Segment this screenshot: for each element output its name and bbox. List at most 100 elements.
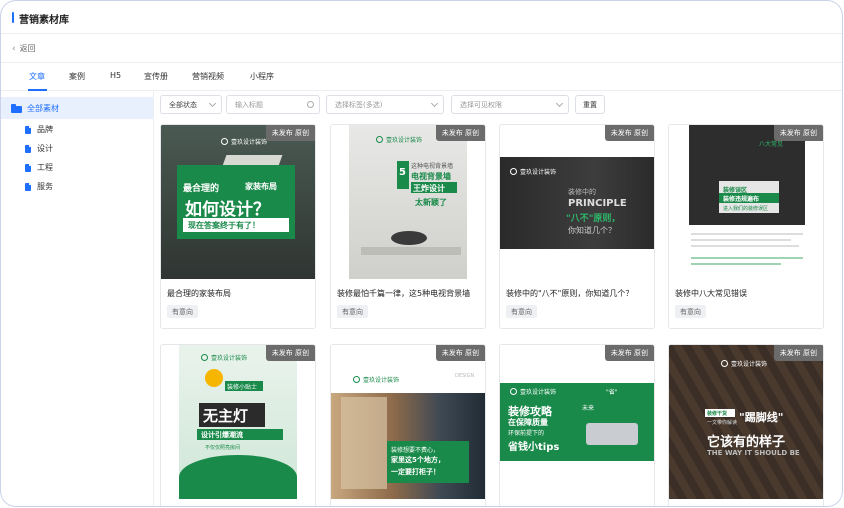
- thumb-text: 家装布局: [245, 182, 277, 191]
- tags-select[interactable]: 选择标签(多选): [326, 95, 444, 114]
- thumb-text: 未来: [582, 405, 595, 412]
- brand-logo: 壹玖设计装饰: [510, 167, 556, 176]
- thumb-text: "踢脚线": [739, 411, 784, 424]
- visibility-select[interactable]: 选择可见权限: [451, 95, 569, 114]
- thumb-text: 你知道几个？: [568, 226, 616, 235]
- thumb-text: 在保障质量: [508, 418, 548, 427]
- clear-icon: [307, 101, 314, 108]
- thumb-text: 装修想要不费心，: [391, 447, 440, 454]
- tags-select-placeholder: 选择标签(多选): [335, 100, 383, 109]
- status-badge: 未发布 原创: [435, 125, 485, 141]
- tab-marketing-video[interactable]: 营销视频: [192, 71, 224, 82]
- sidebar-root-label: 全部素材: [27, 103, 59, 113]
- card-thumbnail: 壹玖设计装饰 DESIGN 装修想要不费心， 家里这5个地方， 一定要打柜子！: [331, 345, 485, 499]
- thumb-text: THE WAY IT SHOULD BE: [707, 449, 800, 457]
- thumb-text: 不仅仅照亮房间: [205, 445, 241, 451]
- thumb-text: 一定要打柜子！: [391, 468, 440, 476]
- folder-icon: [11, 103, 22, 113]
- file-icon: [25, 125, 31, 134]
- tab-h5[interactable]: H5: [110, 71, 121, 80]
- card-title: 装修中八大常见错误: [675, 289, 747, 298]
- sidebar-item-label: 品牌: [37, 125, 53, 134]
- status-badge: 未发布 原创: [265, 345, 315, 361]
- title-search-input[interactable]: 输入标题: [226, 95, 320, 114]
- page-title: 营销素材库: [19, 15, 69, 26]
- tab-article[interactable]: 文章: [29, 71, 45, 82]
- thumb-text: 它该有的样子: [707, 435, 786, 450]
- thumb-text: 无主灯: [203, 407, 249, 425]
- material-card[interactable]: 八大常见 装修误区 装修违规遍布 进入我们的装修误区 未发布 原创 装修中八大常…: [668, 124, 824, 329]
- material-card[interactable]: 壹玖设计装饰 这种电视背景墙 5 电视背景墙 王炸设计 太新颖了 未发布 原创 …: [330, 124, 486, 329]
- thumb-text: 进入我们的装修误区: [723, 206, 769, 212]
- card-thumbnail: 壹玖设计装饰 装修干货 一文带你解读 "踢脚线" 它该有的样子 THE WAY …: [669, 345, 823, 499]
- status-badge: 未发布 原创: [435, 345, 485, 361]
- thumb-text: 太新颖了: [415, 198, 447, 207]
- thumb-text: "省": [606, 389, 618, 396]
- brand-logo: 壹玖设计装饰: [221, 137, 267, 146]
- intent-tag: 有意向: [675, 305, 706, 318]
- thumb-text: 这种电视背景墙: [411, 163, 454, 170]
- sofa-illustration: [586, 423, 638, 445]
- status-badge: 未发布 原创: [773, 125, 823, 141]
- card-thumbnail: 壹玖设计装饰 最合理的 家装布局 如何设计？ 现在答案终于有了！: [161, 125, 315, 279]
- tab-cases[interactable]: 案例: [69, 71, 85, 82]
- thumb-text: DESIGN: [455, 373, 475, 379]
- sidebar-item-all[interactable]: 全部素材: [1, 97, 153, 119]
- brand-logo: 壹玖设计装饰: [510, 387, 556, 396]
- tab-brochure[interactable]: 宣传册: [144, 71, 168, 82]
- title-search-placeholder: 输入标题: [235, 100, 263, 109]
- thumb-text: 装修干货: [707, 411, 728, 417]
- thumb-text: 省钱小tips: [508, 442, 560, 453]
- active-tab-indicator: [28, 89, 47, 91]
- tab-mini-program[interactable]: 小程序: [250, 71, 274, 82]
- thumb-text: 家里这5个地方，: [391, 456, 445, 464]
- file-icon: [25, 144, 31, 153]
- title-accent-bar: [12, 12, 14, 23]
- status-select[interactable]: 全部状态: [160, 95, 222, 114]
- thumb-text: 装修中的: [568, 188, 596, 196]
- thumb-text: 电视背景墙: [411, 172, 451, 181]
- brand-logo: 壹玖设计装饰: [353, 375, 399, 384]
- thumb-text: 王炸设计: [413, 184, 445, 193]
- brand-logo: 壹玖设计装饰: [376, 135, 422, 144]
- intent-tag: 有意向: [167, 305, 198, 318]
- tab-bar: 文章 案例 H5 宣传册 营销视频 小程序: [1, 62, 842, 91]
- card-title: 最合理的家装布局: [167, 289, 231, 298]
- app-window: 营销素材库 ‹ 返回 文章 案例 H5 宣传册 营销视频 小程序 全部素材 品牌…: [0, 0, 843, 507]
- thumb-text: 如何设计？: [185, 200, 270, 220]
- card-title: 装修中的"八不"原则，你知道几个？: [506, 289, 634, 298]
- material-card[interactable]: 壹玖设计装饰 DESIGN 装修想要不费心， 家里这5个地方， 一定要打柜子！ …: [330, 344, 486, 506]
- thumb-text: 5: [399, 167, 406, 178]
- status-badge: 未发布 原创: [773, 345, 823, 361]
- status-select-value: 全部状态: [169, 100, 197, 109]
- thumb-text: 现在答案终于有了！: [188, 221, 260, 230]
- visibility-select-placeholder: 选择可见权限: [460, 100, 502, 109]
- material-card[interactable]: 壹玖设计装饰 最合理的 家装布局 如何设计？ 现在答案终于有了！ 未发布 原创 …: [160, 124, 316, 329]
- sidebar-item-service[interactable]: 服务: [25, 181, 53, 192]
- sidebar-item-design[interactable]: 设计: [25, 143, 53, 154]
- card-thumbnail: 壹玖设计装饰 装修中的 PRINCIPLE "八不"原则， 你知道几个？: [500, 125, 654, 279]
- intent-tag: 有意向: [337, 305, 368, 318]
- chevron-left-icon: ‹: [12, 43, 16, 54]
- sidebar-item-engineering[interactable]: 工程: [25, 162, 53, 173]
- card-thumbnail: 壹玖设计装饰 装修小贴士 无主灯 设计引爆潮流 不仅仅照亮房间: [161, 345, 315, 499]
- card-title: 装修最怕千篇一律，这5种电视背景墙: [337, 289, 471, 298]
- sidebar-item-brand[interactable]: 品牌: [25, 124, 53, 135]
- thumb-text: 一文带你解读: [707, 420, 738, 426]
- file-icon: [25, 182, 31, 191]
- sidebar: 全部素材 品牌 设计 工程 服务: [1, 92, 154, 506]
- reset-button[interactable]: 重置: [575, 95, 605, 114]
- brand-logo: 壹玖设计装饰: [721, 359, 767, 368]
- chevron-down-icon: [208, 99, 217, 108]
- material-card[interactable]: 壹玖设计装饰 装修攻略 在保障质量 环保前提下的 省钱小tips "省" 未来 …: [499, 344, 655, 506]
- material-card[interactable]: 壹玖设计装饰 装修中的 PRINCIPLE "八不"原则， 你知道几个？ 未发布…: [499, 124, 655, 329]
- card-thumbnail: 八大常见 装修误区 装修违规遍布 进入我们的装修误区: [669, 125, 823, 279]
- card-thumbnail: 壹玖设计装饰 装修攻略 在保障质量 环保前提下的 省钱小tips "省" 未来: [500, 345, 654, 499]
- chevron-down-icon: [555, 99, 564, 108]
- material-card[interactable]: 壹玖设计装饰 装修干货 一文带你解读 "踢脚线" 它该有的样子 THE WAY …: [668, 344, 824, 506]
- material-card[interactable]: 壹玖设计装饰 装修小贴士 无主灯 设计引爆潮流 不仅仅照亮房间 未发布 原创: [160, 344, 316, 506]
- sidebar-item-label: 工程: [37, 163, 53, 172]
- back-link[interactable]: ‹ 返回: [12, 43, 36, 54]
- thumb-text: 装修违规遍布: [723, 196, 760, 203]
- status-badge: 未发布 原创: [604, 125, 654, 141]
